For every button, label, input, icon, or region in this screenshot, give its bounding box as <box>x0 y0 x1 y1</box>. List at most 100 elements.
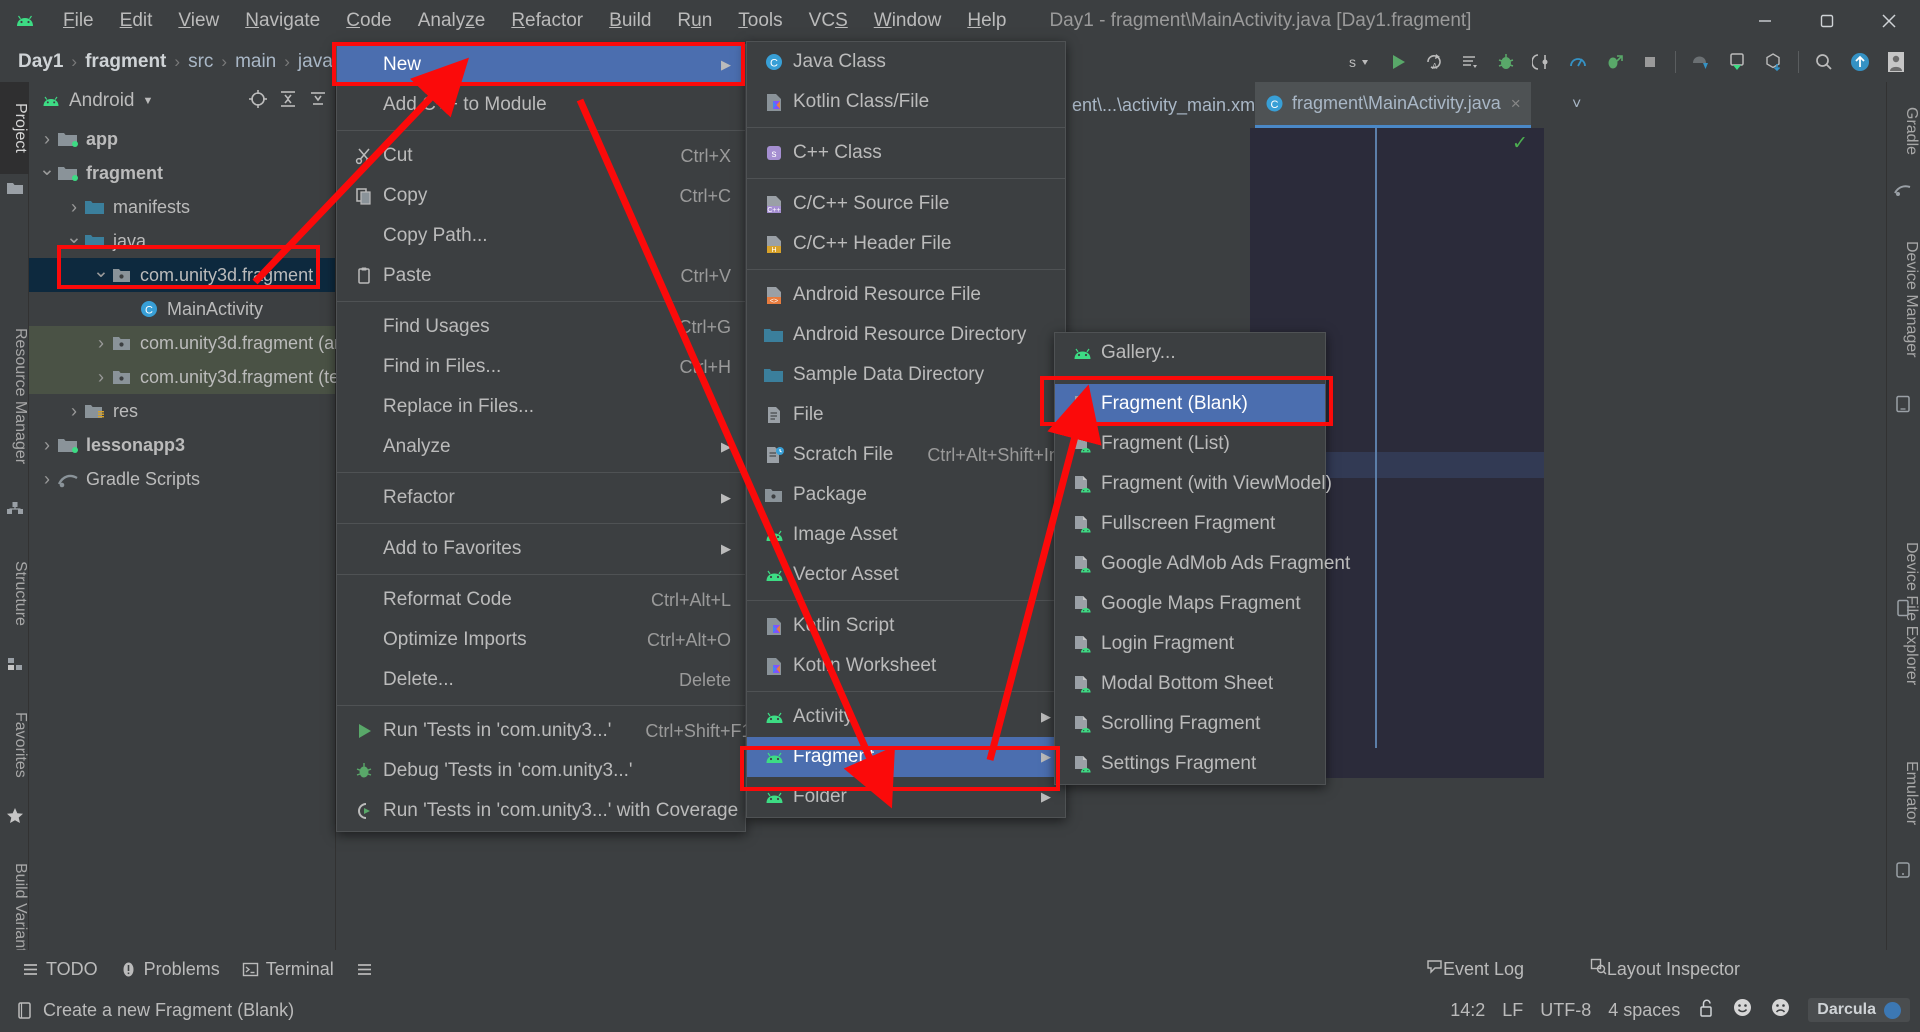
menu-item-copy-path[interactable]: Copy Path... <box>337 216 745 256</box>
menu-item-settings-fragment[interactable]: Settings Fragment <box>1055 744 1325 784</box>
tree-item-mainactivity[interactable]: C MainActivity <box>29 292 335 326</box>
run-config-dropdown-icon[interactable]: s <box>1346 46 1378 78</box>
chevron-down-icon[interactable]: ⌄ <box>91 260 111 283</box>
menu-navigate[interactable]: Navigate <box>232 0 333 41</box>
menu-item-c-c-header-file[interactable]: H C/C++ Header File <box>747 224 1065 264</box>
sidebar-tab-resource-manager[interactable]: Resource Manager <box>0 300 29 492</box>
line-separator[interactable]: LF <box>1502 1000 1523 1021</box>
status-badge[interactable]: Darcula <box>1808 998 1910 1022</box>
menu-item-find-in-files[interactable]: Find in Files... Ctrl+H <box>337 347 745 387</box>
chevron-right-icon[interactable]: › <box>37 129 57 150</box>
sidebar-tab-device-manager[interactable]: Device Manager <box>1886 212 1920 387</box>
profiler-icon[interactable] <box>1562 46 1594 78</box>
menu-vcs[interactable]: VCS <box>796 0 861 41</box>
menu-item-google-admob-ads-fragment[interactable]: Google AdMob Ads Fragment <box>1055 544 1350 584</box>
menu-item-new[interactable]: New ▶ <box>337 45 745 85</box>
menu-item-add-c-to-module[interactable]: Add C++ to Module <box>337 85 745 125</box>
tool-window-layout-inspector[interactable]: Layout Inspector <box>1590 958 1740 980</box>
settings-icon[interactable] <box>308 89 328 114</box>
project-context-menu[interactable]: New ▶ Add C++ to Module Cut Ctrl+X Copy Ctrl+C… <box>336 44 761 832</box>
avd-manager-icon[interactable] <box>1685 46 1717 78</box>
menu-item-find-usages[interactable]: Find Usages Ctrl+G <box>337 307 745 347</box>
menu-item-android-resource-file[interactable]: <> Android Resource File <box>747 275 1065 315</box>
menu-analyze[interactable]: Analyze <box>405 0 499 41</box>
tree-item-res[interactable]: › res <box>29 394 335 428</box>
menu-item-delete[interactable]: Delete... Delete <box>337 660 745 700</box>
debug-icon[interactable] <box>1490 46 1522 78</box>
breadcrumb-item-1[interactable]: fragment <box>81 51 170 73</box>
stop-icon[interactable] <box>1634 46 1666 78</box>
menu-item-java-class[interactable]: C Java Class <box>747 42 1065 82</box>
apply-changes-icon[interactable]: A <box>1418 46 1450 78</box>
run-icon[interactable] <box>1382 46 1414 78</box>
sync-gradle-icon[interactable] <box>1757 46 1789 78</box>
target-icon[interactable] <box>248 89 268 114</box>
menu-item-copy[interactable]: Copy Ctrl+C <box>337 176 745 216</box>
menu-item-activity[interactable]: Activity ▶ <box>747 697 1065 737</box>
menu-item-sample-data-directory[interactable]: Sample Data Directory <box>747 355 1065 395</box>
menu-window[interactable]: Window <box>861 0 955 41</box>
sad-face-icon[interactable] <box>1770 997 1791 1023</box>
menu-item-add-to-favorites[interactable]: Add to Favorites ▶ <box>337 529 745 569</box>
menu-item-run-tests-in-com-unity3-with-coverage[interactable]: Run 'Tests in 'com.unity3...' with Cover… <box>337 791 745 831</box>
menu-help[interactable]: Help <box>954 0 1019 41</box>
menu-item-fullscreen-fragment[interactable]: Fullscreen Fragment <box>1055 504 1325 544</box>
chevron-down-icon[interactable]: ⌄ <box>64 226 84 249</box>
update-project-icon[interactable] <box>1844 46 1876 78</box>
tree-item-com-unity3d-fragment-androidtest[interactable]: › com.unity3d.fragment (androidTest) <box>29 326 423 360</box>
menu-file[interactable]: File <box>50 0 107 41</box>
tool-window-terminal[interactable]: Terminal <box>242 959 334 980</box>
close-icon[interactable]: × <box>1511 94 1521 114</box>
menu-item-kotlin-worksheet[interactable]: Kotlin Worksheet <box>747 646 1065 686</box>
tool-window-todo[interactable]: TODO <box>22 959 98 980</box>
chevron-right-icon[interactable]: › <box>64 197 84 218</box>
sidebar-tab-project[interactable]: Project <box>0 82 29 174</box>
new-submenu[interactable]: C Java Class Kotlin Class/File s C++ Class C+… <box>746 41 1089 818</box>
menu-item-optimize-imports[interactable]: Optimize Imports Ctrl+Alt+O <box>337 620 745 660</box>
tree-item-lessonapp3[interactable]: › lessonapp3 <box>29 428 335 462</box>
menu-item-kotlin-class-file[interactable]: Kotlin Class/File <box>747 82 1065 122</box>
menu-item-file[interactable]: File <box>747 395 1065 435</box>
menu-item-c-class[interactable]: s C++ Class <box>747 133 1065 173</box>
menu-item-run-tests-in-com-unity3[interactable]: Run 'Tests in 'com.unity3...' Ctrl+Shift+… <box>337 711 761 751</box>
indent-setting[interactable]: 4 spaces <box>1608 1000 1680 1021</box>
menu-build[interactable]: Build <box>596 0 664 41</box>
editor-tab-overflow-button[interactable]: ˅ <box>1562 82 1591 128</box>
menu-item-android-resource-directory[interactable]: Android Resource Directory <box>747 315 1065 355</box>
menu-item-kotlin-script[interactable]: Kotlin Script <box>747 606 1065 646</box>
menu-item-replace-in-files[interactable]: Replace in Files... <box>337 387 745 427</box>
chevron-right-icon[interactable]: › <box>37 469 57 490</box>
caret-position[interactable]: 14:2 <box>1450 1000 1485 1021</box>
sidebar-tab-gradle[interactable]: Gradle <box>1886 86 1920 176</box>
close-button[interactable] <box>1858 0 1920 41</box>
menu-item-scrolling-fragment[interactable]: Scrolling Fragment <box>1055 704 1325 744</box>
menu-tools[interactable]: Tools <box>725 0 795 41</box>
menu-item-folder[interactable]: Folder ▶ <box>747 777 1065 817</box>
breadcrumb-item-4[interactable]: java <box>294 51 337 73</box>
tree-item-manifests[interactable]: › manifests <box>29 190 335 224</box>
breadcrumb-item-0[interactable]: Day1 <box>14 51 67 73</box>
maximize-button[interactable] <box>1796 0 1858 41</box>
menu-item-c-c-source-file[interactable]: C++ C/C++ Source File <box>747 184 1065 224</box>
editor-tab-mainactivity-java[interactable]: C fragment\MainActivity.java × <box>1255 82 1531 128</box>
attach-debugger-icon[interactable] <box>1526 46 1558 78</box>
chevron-right-icon[interactable]: › <box>91 367 111 388</box>
menu-item-refactor[interactable]: Refactor ▶ <box>337 478 745 518</box>
sidebar-tab-emulator[interactable]: Emulator <box>1886 728 1920 858</box>
collapse-all-icon[interactable] <box>278 89 298 114</box>
menu-item-cut[interactable]: Cut Ctrl+X <box>337 136 745 176</box>
menu-item-fragment-list[interactable]: Fragment (List) <box>1055 424 1325 464</box>
tool-window-problems[interactable]: Problems <box>120 959 220 980</box>
breadcrumb-item-2[interactable]: src <box>184 51 217 73</box>
chevron-right-icon[interactable]: › <box>37 435 57 456</box>
tool-window-more[interactable] <box>356 961 380 978</box>
apply-code-changes-icon[interactable] <box>1454 46 1486 78</box>
sidebar-tab-structure[interactable]: Structure <box>0 538 29 648</box>
menu-code[interactable]: Code <box>333 0 404 41</box>
chevron-down-icon[interactable]: ⌄ <box>37 158 57 181</box>
file-encoding[interactable]: UTF-8 <box>1540 1000 1591 1021</box>
tool-window-event-log[interactable]: Event Log <box>1426 958 1524 980</box>
tree-item-fragment[interactable]: ⌄ fragment <box>29 156 335 190</box>
menu-item-vector-asset[interactable]: Vector Asset <box>747 555 1065 595</box>
tree-item-app[interactable]: › app <box>29 122 335 156</box>
